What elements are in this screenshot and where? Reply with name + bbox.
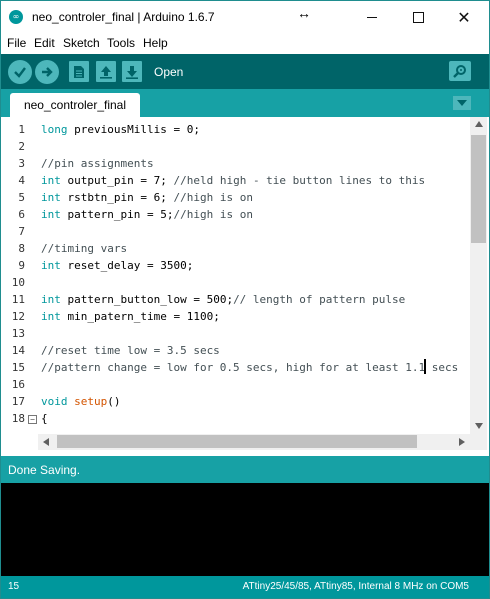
code-line: //pin assignments	[41, 157, 154, 170]
code-line: int min_patern_time = 1100;	[41, 310, 220, 323]
code-line: int reset_delay = 3500;	[41, 259, 194, 272]
horizontal-scroll-thumb[interactable]	[57, 435, 417, 448]
verify-icon	[14, 67, 26, 78]
tab-neo-controler-final[interactable]: neo_controler_final	[10, 93, 140, 117]
scroll-corner	[470, 434, 487, 450]
text-caret	[424, 359, 426, 374]
maximize-icon	[412, 11, 424, 23]
footer-bar: 15 ATtiny25/45/85, ATtiny85, Internal 8 …	[1, 576, 489, 598]
line-number: 1	[18, 123, 25, 136]
code-line: void setup()	[41, 395, 121, 408]
toolbar-hover-label: Open	[154, 65, 184, 79]
window-title: neo_controler_final | Arduino 1.6.7	[32, 10, 215, 24]
line-number: 15	[11, 361, 25, 374]
menu-bar: File Edit Sketch Tools Help	[1, 33, 489, 53]
line-number: 9	[18, 259, 25, 272]
code-editor[interactable]: 1 2 3 4 5 6 7 8 9 10 11 12 13 14 15 16 1…	[1, 117, 489, 450]
vertical-scroll-thumb[interactable]	[471, 135, 486, 243]
scroll-up-icon[interactable]	[475, 121, 483, 127]
code-line: {	[41, 412, 48, 425]
code-line: int pattern_button_low = 500;// length o…	[41, 293, 406, 306]
scroll-left-icon[interactable]	[43, 438, 49, 446]
status-message: Done Saving.	[8, 463, 81, 477]
menu-tools[interactable]: Tools	[107, 36, 135, 50]
line-number: 10	[11, 276, 25, 289]
code-line: int output_pin = 7; //held high - tie bu…	[41, 174, 426, 187]
line-number-gutter: 1 2 3 4 5 6 7 8 9 10 11 12 13 14 15 16 1…	[1, 117, 38, 434]
minimize-icon	[367, 16, 377, 18]
upload-button[interactable]	[35, 60, 59, 84]
code-line: //pattern change = low for 0.5 secs, hig…	[41, 361, 459, 374]
line-number: 4	[18, 174, 25, 187]
menu-sketch[interactable]: Sketch	[63, 36, 100, 50]
line-number: 11	[11, 293, 25, 306]
chevron-down-icon	[457, 100, 467, 106]
code-text-area[interactable]: long previousMillis = 0; //pin assignmen…	[41, 117, 469, 434]
code-line: int rstbtn_pin = 6; //high is on	[41, 191, 253, 204]
arduino-logo-icon: ∞	[9, 10, 23, 24]
fold-marker-icon[interactable]: −	[28, 415, 37, 424]
scroll-right-icon[interactable]	[459, 438, 465, 446]
code-line: //reset time low = 3.5 secs	[41, 344, 220, 357]
code-line: long previousMillis = 0;	[41, 123, 200, 136]
serial-monitor-button[interactable]	[449, 61, 471, 81]
title-bar[interactable]: ∞ neo_controler_final | Arduino 1.6.7 ↔ …	[1, 1, 489, 33]
line-number: 12	[11, 310, 25, 323]
code-line: //timing vars	[41, 242, 128, 255]
menu-help[interactable]: Help	[143, 36, 168, 50]
board-port-info: ATtiny25/45/85, ATtiny85, Internal 8 MHz…	[242, 581, 469, 592]
upload-icon	[42, 67, 53, 77]
line-number: 8	[18, 242, 25, 255]
new-icon	[74, 65, 84, 78]
line-number: 16	[11, 378, 25, 391]
line-number: 3	[18, 157, 25, 170]
verify-button[interactable]	[8, 60, 32, 84]
code-line: int pattern_pin = 5;//high is on	[41, 208, 253, 221]
line-number: 7	[18, 225, 25, 238]
resize-cursor-icon: ↔	[297, 5, 311, 21]
menu-edit[interactable]: Edit	[34, 36, 55, 50]
line-number: 6	[18, 208, 25, 221]
scroll-down-icon[interactable]	[475, 423, 483, 429]
maximize-button[interactable]	[395, 1, 441, 33]
save-button[interactable]	[122, 61, 142, 82]
new-button[interactable]	[69, 61, 89, 82]
minimize-button[interactable]	[349, 1, 395, 33]
open-button[interactable]	[96, 61, 116, 82]
menu-file[interactable]: File	[7, 36, 26, 50]
line-number: 5	[18, 191, 25, 204]
toolbar: Open	[1, 54, 489, 89]
tab-menu-button[interactable]	[453, 96, 471, 110]
line-number: 18	[11, 412, 25, 425]
current-line-number: 15	[8, 581, 20, 592]
close-icon: ✕	[457, 7, 471, 27]
tab-bar: neo_controler_final	[1, 89, 489, 117]
line-number: 13	[11, 327, 25, 340]
console-output[interactable]	[1, 483, 489, 576]
close-button[interactable]: ✕	[441, 1, 487, 33]
status-bar: Done Saving.	[1, 456, 489, 483]
line-number: 17	[11, 395, 25, 408]
line-number: 14	[11, 344, 25, 357]
magnifier-icon	[453, 65, 466, 78]
line-number: 2	[18, 140, 25, 153]
save-icon	[126, 65, 138, 79]
open-icon	[100, 65, 112, 79]
arduino-ide-window: ∞ neo_controler_final | Arduino 1.6.7 ↔ …	[0, 0, 490, 599]
